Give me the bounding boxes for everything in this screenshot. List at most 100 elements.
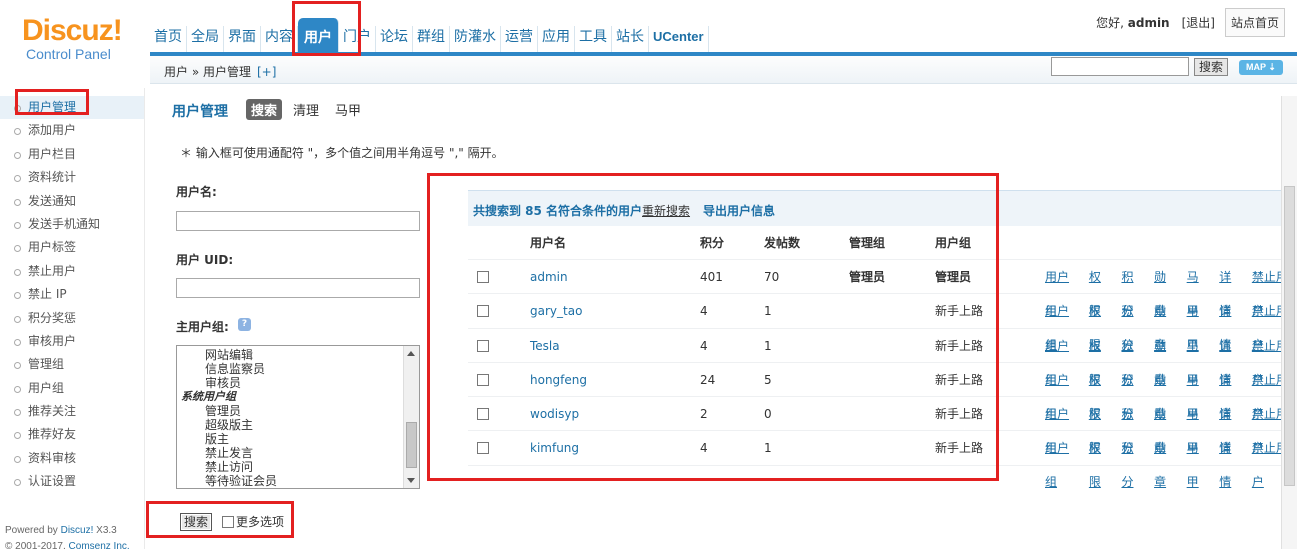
- page-scrollbar[interactable]: [1281, 96, 1297, 549]
- top-nav: 首页 全局 界面 内容 用户 门户 论坛 群组 防灌水 运营 应用 工具 站长 UCenter: [150, 10, 709, 56]
- sidebar-item-2[interactable]: 用户栏目: [0, 143, 144, 166]
- scroll-up-icon[interactable]: [407, 351, 415, 356]
- credits-cell: 24: [700, 372, 716, 387]
- group-option[interactable]: 网站编辑: [177, 348, 405, 362]
- sidebar-item-3[interactable]: 资料统计: [0, 166, 144, 189]
- action-link-4[interactable]: 马甲: [1187, 431, 1210, 499]
- credits-cell: 401: [700, 270, 723, 284]
- action-link-1[interactable]: 权限: [1089, 431, 1112, 499]
- sidebar-item-10[interactable]: 审核用户: [0, 330, 144, 353]
- group-option[interactable]: 信息监察员: [177, 362, 405, 376]
- row-actions: 用户组 权限 积分 勋章 马甲 详情 禁止用户: [1045, 431, 1297, 499]
- user-group-cell: 新手上路: [935, 372, 984, 387]
- logout-link[interactable]: [退出]: [1182, 14, 1215, 31]
- breadcrumb: 用户 » 用户管理 [+]: [164, 63, 276, 80]
- sidebar-list: 用户管理 添加用户 用户栏目 资料统计 发送通知 发送手机通知 用户标签 禁止用户 禁止 IP 积…: [0, 88, 144, 494]
- breadcrumb-text: 用户 » 用户管理: [164, 65, 251, 79]
- sub-tabs: 搜索 清理 马甲: [246, 99, 366, 120]
- copyright: © 2001-2017, Comsenz Inc.: [5, 541, 130, 549]
- row-checkbox[interactable]: [477, 271, 489, 283]
- page-scroll-thumb[interactable]: [1284, 186, 1295, 486]
- header-search-button[interactable]: 搜索: [1194, 58, 1229, 76]
- sidebar-item-5[interactable]: 发送手机通知: [0, 213, 144, 236]
- more-options[interactable]: 更多选项: [222, 513, 284, 530]
- table-row: gary_tao 4 1 新手上路 用户组 权限 积分 勋章 马甲 详情 禁止用户: [468, 294, 1297, 352]
- username-link[interactable]: admin: [530, 260, 568, 294]
- table-row: wodisyp 2 0 新手上路 用户组 权限 积分 勋章 马甲 详情 禁止用户: [468, 397, 1297, 455]
- more-options-checkbox[interactable]: [222, 515, 234, 528]
- research-link[interactable]: 重新搜索: [642, 202, 690, 219]
- results-header: 共搜索到 85 名符合条件的用户 重新搜索 导出用户信息: [468, 190, 1297, 226]
- scroll-down-icon[interactable]: [407, 478, 415, 483]
- action-link-2[interactable]: 积分: [1121, 431, 1144, 499]
- row-checkbox[interactable]: [477, 408, 489, 421]
- group-label: 主用户组:: [176, 320, 229, 334]
- group-option[interactable]: 管理员: [177, 404, 405, 418]
- group-option[interactable]: 等待验证会员: [177, 474, 405, 488]
- help-icon[interactable]: ?: [238, 318, 251, 331]
- row-checkbox[interactable]: [477, 373, 489, 386]
- posts-cell: 0: [764, 407, 772, 422]
- action-link-0[interactable]: 用户组: [1045, 431, 1079, 499]
- sidebar-item-16[interactable]: 认证设置: [0, 470, 144, 493]
- user-group-cell: 新手上路: [935, 338, 984, 353]
- sidebar-item-13[interactable]: 推荐关注: [0, 400, 144, 423]
- group-options: 网站编辑 信息监察员 审核员 系统用户组 管理员 超级版主 版主 禁止发言 禁止访问 等待验证会员: [177, 348, 405, 488]
- sidebar-item-0[interactable]: 用户管理: [0, 96, 144, 120]
- group-option[interactable]: 禁止发言: [177, 446, 405, 460]
- username-link[interactable]: wodisyp: [530, 397, 579, 431]
- add-shortcut-link[interactable]: [+]: [257, 65, 276, 79]
- page-title: 用户管理: [172, 104, 228, 120]
- uid-input[interactable]: [176, 278, 420, 298]
- column-header: 用户组: [935, 236, 972, 250]
- site-home-button[interactable]: 站点首页: [1224, 8, 1285, 37]
- comsenz-link[interactable]: Comsenz Inc.: [69, 541, 130, 549]
- sidebar-item-6[interactable]: 用户标签: [0, 236, 144, 259]
- header-user-area: 您好, admin [退出] 站点首页: [1096, 8, 1285, 37]
- sidebar-item-7[interactable]: 禁止用户: [0, 260, 144, 283]
- group-option[interactable]: 版主: [177, 432, 405, 446]
- user-group-select[interactable]: 网站编辑 信息监察员 审核员 系统用户组 管理员 超级版主 版主 禁止发言 禁止访问 等待验证会员: [176, 345, 420, 489]
- sidebar-item-14[interactable]: 推荐好友: [0, 423, 144, 446]
- username-link[interactable]: hongfeng: [530, 363, 587, 397]
- credits-cell: 2: [700, 407, 708, 422]
- export-link[interactable]: 导出用户信息: [703, 202, 775, 219]
- select-scrollbar[interactable]: [403, 346, 419, 488]
- posts-cell: 1: [764, 304, 772, 319]
- sidebar-item-4[interactable]: 发送通知: [0, 190, 144, 213]
- tab-2[interactable]: 马甲: [330, 99, 366, 120]
- tab-1[interactable]: 清理: [288, 99, 324, 120]
- search-submit-button[interactable]: 搜索: [180, 513, 213, 531]
- sidebar-item-9[interactable]: 积分奖惩: [0, 307, 144, 330]
- username-link[interactable]: gary_tao: [530, 294, 582, 328]
- discuz-link[interactable]: Discuz!: [61, 525, 94, 536]
- credits-cell: 4: [700, 441, 708, 456]
- row-checkbox[interactable]: [477, 339, 489, 352]
- more-options-label: 更多选项: [236, 515, 285, 529]
- row-checkbox[interactable]: [477, 305, 489, 318]
- group-option[interactable]: 禁止访问: [177, 460, 405, 474]
- username-link[interactable]: kimfung: [530, 431, 579, 465]
- scroll-thumb[interactable]: [406, 422, 417, 468]
- nav-item-4[interactable]: 用户: [298, 18, 339, 56]
- posts-cell: 5: [764, 372, 772, 387]
- sidebar-item-1[interactable]: 添加用户: [0, 119, 144, 142]
- header-search-input[interactable]: [1051, 57, 1189, 76]
- username-input[interactable]: [176, 211, 420, 231]
- sidebar-item-8[interactable]: 禁止 IP: [0, 283, 144, 306]
- sidebar-item-12[interactable]: 用户组: [0, 377, 144, 400]
- user-group-cell: 新手上路: [935, 304, 984, 319]
- map-button[interactable]: MAP ⇣: [1239, 60, 1283, 75]
- username-link[interactable]: Tesla: [530, 329, 560, 363]
- table-header-row: 用户名 积分 发帖数 管理组 用户组: [468, 226, 1297, 260]
- tab-0[interactable]: 搜索: [246, 99, 283, 120]
- action-link-5[interactable]: 详情: [1219, 431, 1242, 499]
- action-link-3[interactable]: 勋章: [1154, 431, 1177, 499]
- greeting: 您好, admin: [1096, 16, 1170, 30]
- row-checkbox[interactable]: [477, 442, 489, 455]
- group-option[interactable]: 审核员: [177, 376, 405, 390]
- sidebar-item-11[interactable]: 管理组: [0, 353, 144, 376]
- sidebar-item-15[interactable]: 资料审核: [0, 447, 144, 470]
- group-option[interactable]: 超级版主: [177, 418, 405, 432]
- logo-subtitle: Control Panel: [26, 46, 111, 62]
